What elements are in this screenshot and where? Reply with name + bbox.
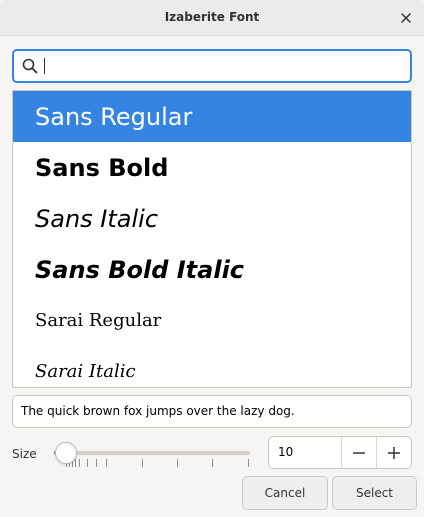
font-item-sans-regular[interactable]: Sans Regular: [13, 91, 411, 142]
font-list[interactable]: Sans Regular Sans Bold Sans Italic Sans …: [12, 90, 412, 388]
search-icon: [22, 58, 38, 74]
size-spinbutton[interactable]: 10: [268, 436, 412, 469]
select-button[interactable]: Select: [332, 476, 417, 510]
slider-tick: [142, 459, 143, 467]
font-chooser-dialog: Izaberite Font Sans Regular Sans Bold Sa…: [0, 0, 424, 517]
slider-tick: [87, 459, 88, 467]
close-icon: [401, 13, 411, 23]
slider-tick: [96, 459, 97, 467]
increase-size-button[interactable]: [376, 437, 411, 468]
font-item-sans-italic[interactable]: Sans Italic: [13, 193, 411, 244]
slider-tick: [177, 459, 178, 467]
preview-text-field[interactable]: The quick brown fox jumps over the lazy …: [12, 395, 412, 428]
font-item-sarai-italic[interactable]: Sarai Italic: [13, 346, 411, 387]
font-item-sarai-regular[interactable]: Sarai Regular: [13, 295, 411, 346]
window-title: Izaberite Font: [164, 10, 260, 24]
slider-tick: [106, 459, 107, 467]
slider-tick: [248, 459, 249, 467]
minus-icon: [353, 451, 365, 454]
slider-track: [54, 451, 250, 455]
font-item-sans-bold-italic[interactable]: Sans Bold Italic: [13, 244, 411, 295]
search-input[interactable]: [12, 49, 412, 83]
cancel-button[interactable]: Cancel: [242, 476, 328, 510]
text-caret: [44, 58, 45, 74]
slider-tick: [75, 459, 76, 467]
slider-tick: [79, 459, 80, 467]
font-item-sans-bold[interactable]: Sans Bold: [13, 142, 411, 193]
slider-tick: [212, 459, 213, 467]
size-slider[interactable]: [54, 441, 250, 469]
plus-icon: [388, 446, 400, 459]
decrease-size-button[interactable]: [341, 437, 376, 468]
size-label: Size: [12, 447, 37, 461]
slider-handle[interactable]: [55, 442, 77, 464]
titlebar: Izaberite Font: [0, 0, 424, 36]
size-value[interactable]: 10: [278, 437, 293, 468]
close-button[interactable]: [396, 8, 416, 28]
